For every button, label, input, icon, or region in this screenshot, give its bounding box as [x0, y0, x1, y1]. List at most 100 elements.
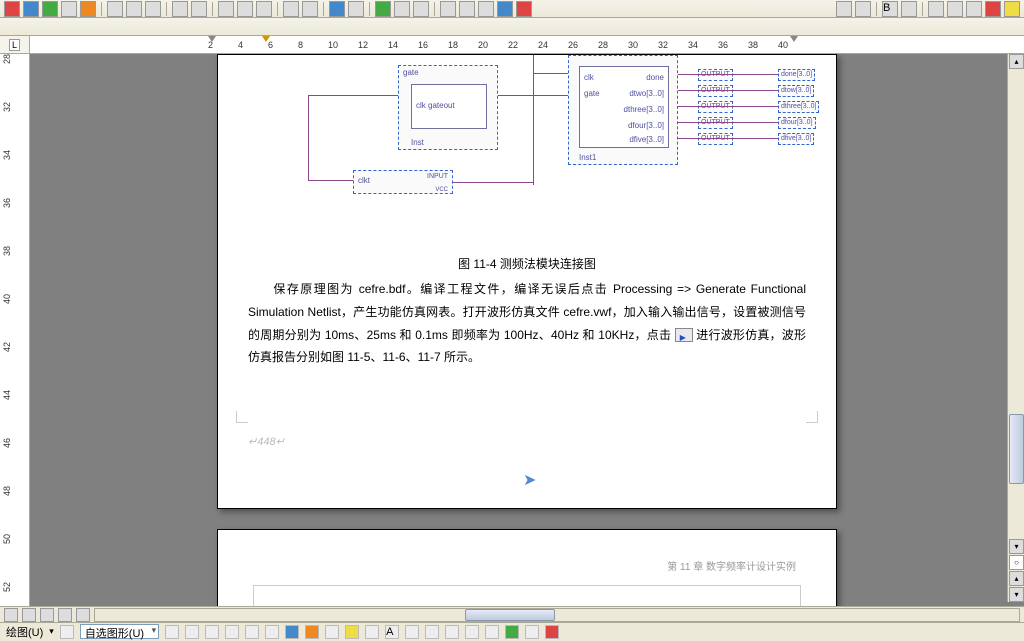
page-number: ↵448↵	[248, 435, 285, 448]
document-scroll[interactable]: gate clk gateout Inst clkt INPUT VCC clk	[30, 54, 1024, 620]
scroll-down-button[interactable]: ▾	[1009, 539, 1024, 554]
arrow-style-icon[interactable]	[445, 625, 459, 639]
extra-icon1[interactable]	[505, 625, 519, 639]
drawing-toolbar: 绘图(U)▾ 自选图形(U) A	[0, 622, 1024, 640]
icon-tb11[interactable]	[218, 1, 234, 17]
dash-style-icon[interactable]	[425, 625, 439, 639]
scroll-thumb[interactable]	[1009, 414, 1024, 484]
ruler-v-tick: 52	[2, 582, 12, 592]
icon-tb13[interactable]	[256, 1, 272, 17]
icon-tbr7[interactable]	[966, 1, 982, 17]
icon-tb9[interactable]	[172, 1, 188, 17]
draw-menu[interactable]: 绘图(U)	[6, 624, 43, 640]
scrollbar-vertical[interactable]: ▴ ▾ ○ ▴ ▾	[1007, 54, 1024, 602]
extra-icon3[interactable]	[545, 625, 559, 639]
icon-tb1[interactable]	[4, 1, 20, 17]
wire-7	[533, 73, 568, 74]
ruler-h-tick: 30	[628, 40, 638, 50]
view-reading-icon[interactable]	[76, 608, 90, 622]
icon-tb10[interactable]	[191, 1, 207, 17]
icon-tb17[interactable]	[348, 1, 364, 17]
icon-tbr1[interactable]	[836, 1, 852, 17]
icon-tb2[interactable]	[23, 1, 39, 17]
page-down-button[interactable]: ▾	[1009, 587, 1024, 602]
icon-tb7[interactable]	[126, 1, 142, 17]
icon-tb14[interactable]	[283, 1, 299, 17]
view-outline-icon[interactable]	[58, 608, 72, 622]
out2-type: OUTPUT	[698, 85, 733, 97]
extra-icon2[interactable]	[525, 625, 539, 639]
scroll-opt1[interactable]: ○	[1009, 555, 1024, 570]
fill-color-icon[interactable]	[345, 625, 359, 639]
clipart-icon[interactable]	[305, 625, 319, 639]
icon-tb12[interactable]	[237, 1, 253, 17]
rb-done: done	[646, 73, 664, 82]
ruler-vertical[interactable]: 283234363840424446485052	[0, 54, 30, 620]
3d-icon[interactable]	[485, 625, 499, 639]
line-color-icon[interactable]	[365, 625, 379, 639]
rb-dfour: dfour[3..0]	[628, 121, 664, 130]
highlight-icon[interactable]	[1004, 1, 1020, 17]
autoshape-dropdown[interactable]: 自选图形(U)	[80, 624, 159, 639]
rb-dfive: dfive[3..0]	[629, 135, 664, 144]
italic-icon[interactable]	[901, 1, 917, 17]
shadow-icon[interactable]	[465, 625, 479, 639]
icon-tb4[interactable]	[61, 1, 77, 17]
font-color-icon2[interactable]: A	[385, 625, 399, 639]
out4-name: dfour[3..0]	[778, 117, 816, 129]
ruler-horizontal[interactable]: 246810121416182022242628303234363840	[30, 36, 1024, 53]
wire-o1	[678, 74, 778, 75]
out3-type: OUTPUT	[698, 101, 733, 113]
icon-tb20[interactable]	[413, 1, 429, 17]
icon-tbr6[interactable]	[947, 1, 963, 17]
select-icon[interactable]	[60, 625, 74, 639]
icon-tb21[interactable]	[440, 1, 456, 17]
out5-type: OUTPUT	[698, 133, 733, 145]
oval-icon[interactable]	[225, 625, 239, 639]
wordart-icon[interactable]	[265, 625, 279, 639]
hscroll-thumb[interactable]	[465, 609, 555, 621]
icon-tbr2[interactable]	[855, 1, 871, 17]
wire-1	[308, 95, 398, 96]
view-print-icon[interactable]	[40, 608, 54, 622]
rect-icon[interactable]	[205, 625, 219, 639]
line-icon[interactable]	[165, 625, 179, 639]
out1-type: OUTPUT	[698, 69, 733, 81]
icon-tb25[interactable]	[516, 1, 532, 17]
ruler-h-tick: 4	[238, 40, 243, 50]
icon-tb6[interactable]	[107, 1, 123, 17]
icon-tb19[interactable]	[394, 1, 410, 17]
wire-o4	[678, 122, 778, 123]
ruler-corner-label: L	[9, 39, 20, 51]
icon-tb3[interactable]	[42, 1, 58, 17]
icon-tb16[interactable]	[329, 1, 345, 17]
bold-icon[interactable]: B	[882, 1, 898, 17]
icon-tb22[interactable]	[459, 1, 475, 17]
ruler-v-tick: 38	[2, 246, 12, 256]
icon-tb8[interactable]	[145, 1, 161, 17]
line-style-icon[interactable]	[405, 625, 419, 639]
icon-tbr5[interactable]	[928, 1, 944, 17]
ruler-marker-right[interactable]	[790, 36, 798, 42]
picture-icon[interactable]	[325, 625, 339, 639]
ruler-v-tick: 48	[2, 486, 12, 496]
view-normal-icon[interactable]	[4, 608, 18, 622]
out5-name: dfive[3..0]	[778, 133, 814, 145]
diagram-icon[interactable]	[285, 625, 299, 639]
view-web-icon[interactable]	[22, 608, 36, 622]
icon-tb24[interactable]	[497, 1, 513, 17]
icon-tb18[interactable]	[375, 1, 391, 17]
wire-3	[308, 180, 353, 181]
ruler-h-tick: 34	[688, 40, 698, 50]
font-color-icon[interactable]	[985, 1, 1001, 17]
arrow-icon[interactable]	[185, 625, 199, 639]
page-1: gate clk gateout Inst clkt INPUT VCC clk	[217, 54, 837, 509]
icon-tb15[interactable]	[302, 1, 318, 17]
page-up-button[interactable]: ▴	[1009, 571, 1024, 586]
icon-tb5[interactable]	[80, 1, 96, 17]
scrollbar-horizontal[interactable]	[94, 608, 1020, 622]
icon-tb23[interactable]	[478, 1, 494, 17]
textbox-icon[interactable]	[245, 625, 259, 639]
scroll-up-button[interactable]: ▴	[1009, 54, 1024, 69]
rb-gate: gate	[584, 89, 600, 98]
